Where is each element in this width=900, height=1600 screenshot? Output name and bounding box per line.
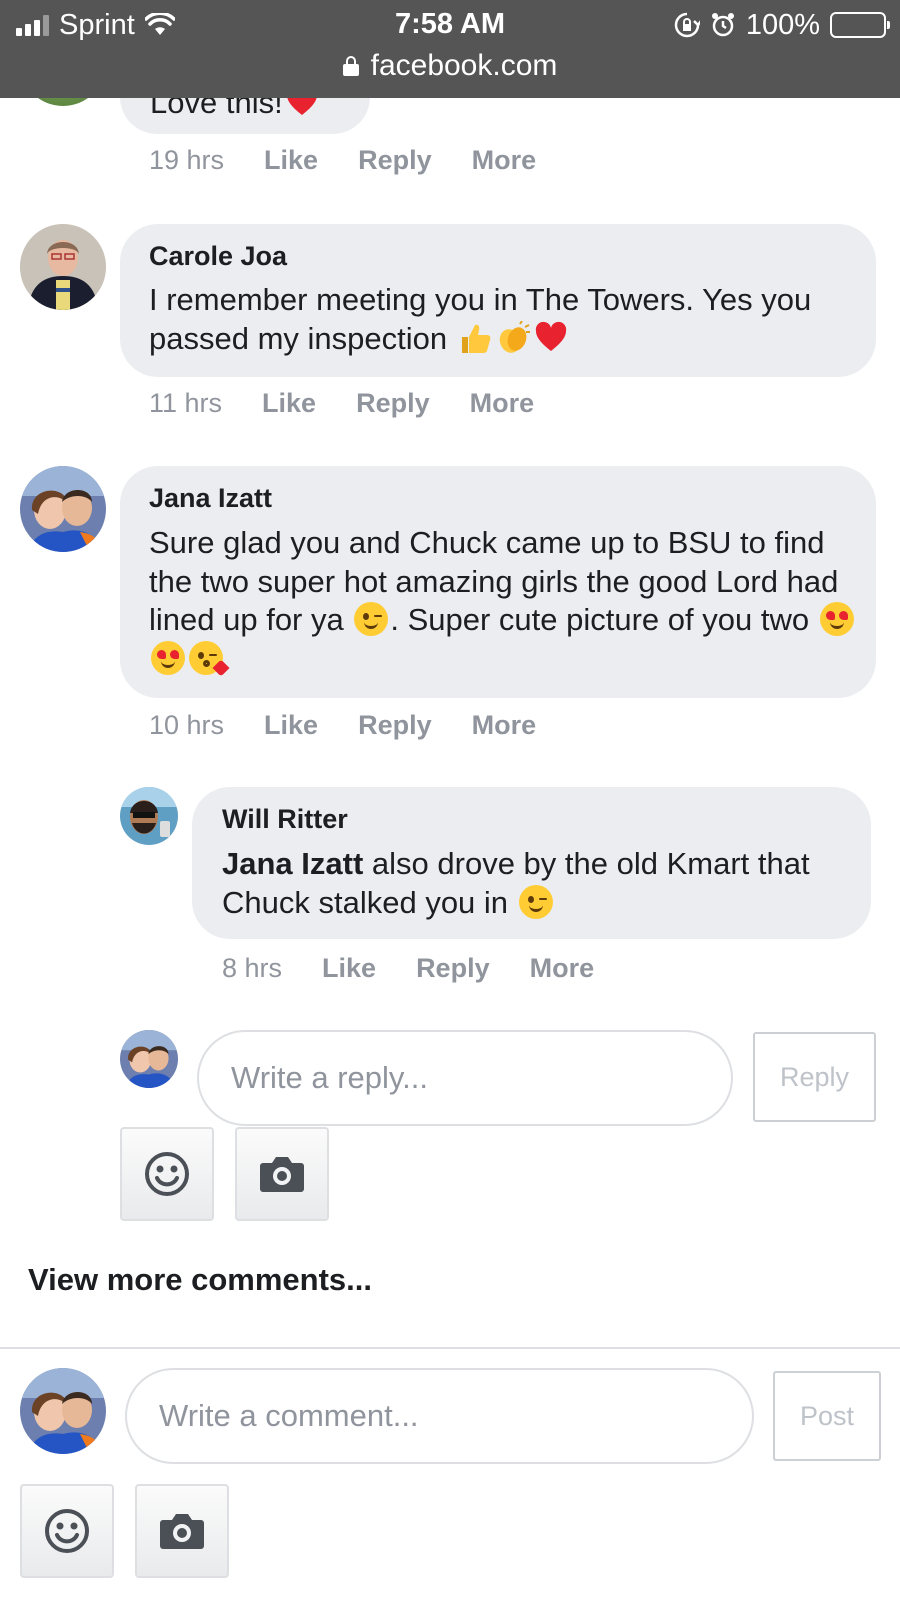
current-user-avatar xyxy=(20,1368,106,1454)
red-heart-icon xyxy=(534,321,568,355)
mention-link[interactable]: Jana Izatt xyxy=(222,846,363,881)
comment-time: 19 hrs xyxy=(149,145,225,175)
camera-icon xyxy=(160,1514,204,1549)
comment-author[interactable]: Carole Joa xyxy=(149,241,287,272)
thumbs-up-icon xyxy=(458,321,492,355)
winking-face-icon xyxy=(354,602,389,636)
heart-eyes-icon xyxy=(151,640,185,675)
reply-photo-button[interactable] xyxy=(235,1127,329,1221)
winking-face-icon xyxy=(518,884,553,919)
alarm-icon xyxy=(711,13,734,37)
reply-meta: 8 hrs Like Reply More xyxy=(222,953,634,984)
like-link[interactable]: Like xyxy=(262,388,316,419)
avatar-will-ritter[interactable] xyxy=(120,787,178,845)
reply-emoji-button[interactable] xyxy=(120,1127,214,1221)
more-link[interactable]: More xyxy=(470,388,535,419)
more-link[interactable]: More xyxy=(472,710,537,741)
comment-meta: 10 hrs Like Reply More xyxy=(149,710,576,741)
comment-author[interactable]: Jana Izatt xyxy=(149,483,272,514)
reply-link[interactable]: Reply xyxy=(358,710,432,741)
status-bar: Sprint 7:58 AM 100% facebook.com xyxy=(0,0,900,98)
reply-link[interactable]: Reply xyxy=(416,953,490,984)
status-right: 100% xyxy=(674,8,890,42)
reply-input-placeholder: Write a reply... xyxy=(231,1060,428,1095)
avatar-carole-joa[interactable] xyxy=(20,224,106,310)
comment-meta: 11 hrs Like Reply More xyxy=(149,388,574,419)
battery-percent: 100% xyxy=(745,8,820,41)
comment-meta: 19 hrs Like Reply More xyxy=(149,145,576,176)
reply-time: 8 hrs xyxy=(222,953,283,983)
smiley-icon xyxy=(45,1509,89,1553)
lock-icon xyxy=(342,56,359,76)
clapping-hands-icon xyxy=(496,319,530,355)
comment-input[interactable]: Write a comment... xyxy=(125,1368,754,1464)
like-link[interactable]: Like xyxy=(264,710,318,741)
view-more-comments-link[interactable]: View more comments... xyxy=(28,1262,372,1298)
more-link[interactable]: More xyxy=(530,953,595,984)
url-text: facebook.com xyxy=(370,49,558,82)
like-link[interactable]: Like xyxy=(264,145,318,176)
face-blowing-kiss-icon xyxy=(189,640,230,676)
comment-time: 10 hrs xyxy=(149,710,225,740)
reply-link[interactable]: Reply xyxy=(358,145,432,176)
post-button[interactable]: Post xyxy=(773,1371,881,1461)
more-link[interactable]: More xyxy=(472,145,537,176)
smiley-icon xyxy=(145,1152,189,1196)
comment-photo-button[interactable] xyxy=(135,1484,229,1578)
avatar-jana-izatt[interactable] xyxy=(20,466,106,552)
reply-input[interactable]: Write a reply... xyxy=(197,1030,733,1126)
like-link[interactable]: Like xyxy=(322,953,376,984)
comment-time: 11 hrs xyxy=(149,388,223,418)
reply-submit-button[interactable]: Reply xyxy=(753,1032,876,1122)
reply-author[interactable]: Will Ritter xyxy=(222,804,348,835)
current-user-avatar xyxy=(120,1030,178,1088)
battery-icon xyxy=(830,12,890,38)
address-bar[interactable]: facebook.com xyxy=(0,46,900,86)
reply-link[interactable]: Reply xyxy=(356,388,430,419)
camera-icon xyxy=(260,1157,304,1192)
comment-text-continued: . Super cute picture of you two xyxy=(390,602,810,637)
divider xyxy=(0,1347,900,1349)
comment-emoji-button[interactable] xyxy=(20,1484,114,1578)
rotation-lock-icon xyxy=(674,12,700,38)
heart-eyes-icon xyxy=(819,602,854,636)
comment-input-placeholder: Write a comment... xyxy=(159,1398,419,1433)
